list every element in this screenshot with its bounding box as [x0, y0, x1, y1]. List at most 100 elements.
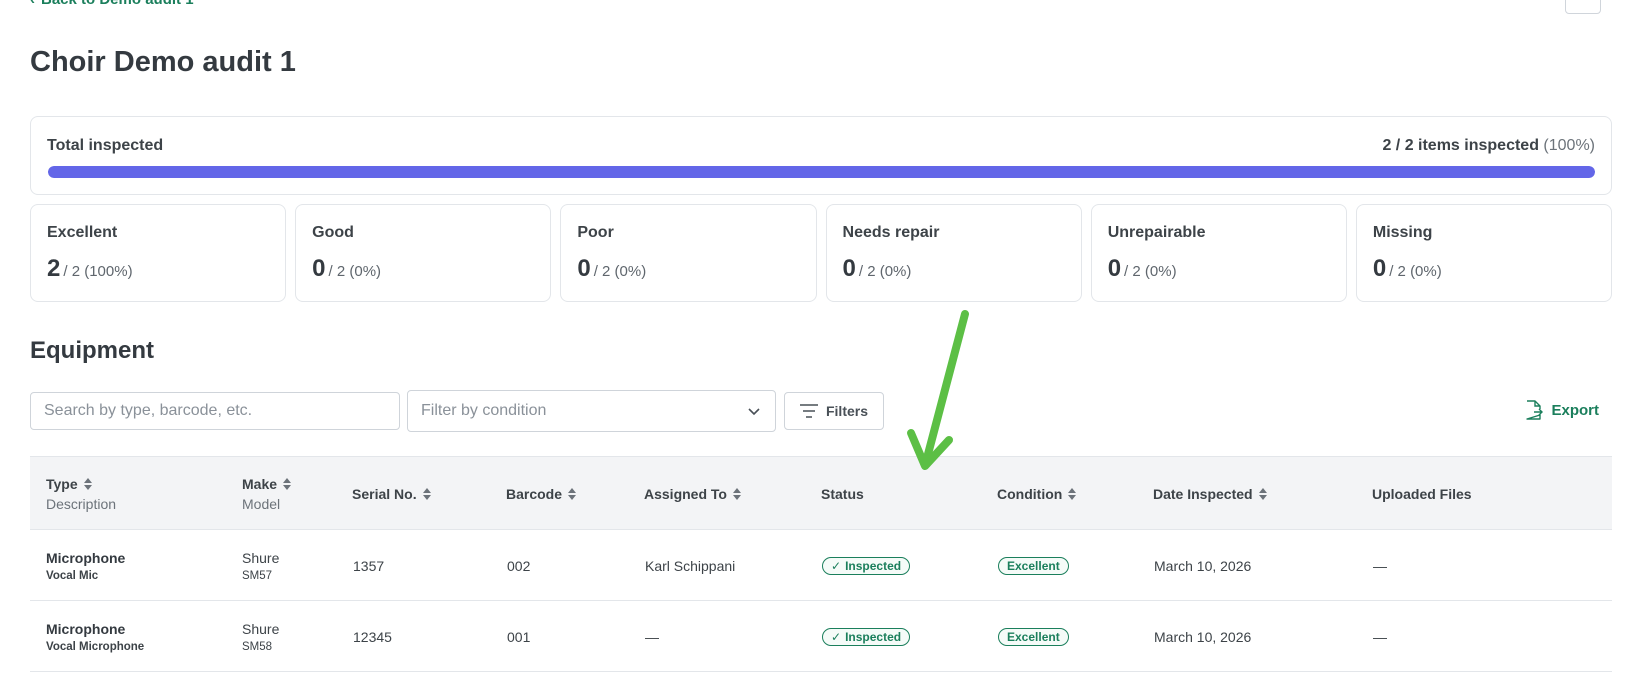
sort-icon — [283, 478, 292, 490]
condition-badge: Excellent — [998, 627, 1069, 646]
inspection-progress-bar — [48, 166, 1595, 178]
status-text: Inspected — [845, 558, 902, 573]
condition-value: 0/ 2 (0%) — [577, 255, 799, 283]
condition-count: 0 — [1372, 255, 1387, 282]
table-row[interactable]: Microphone Vocal Mic Shure SM57 1357 002… — [30, 530, 1612, 601]
cell-barcode: 001 — [507, 628, 531, 645]
column-serial[interactable]: Serial No. — [352, 457, 431, 531]
cell-type: Microphone Vocal Microphone — [46, 601, 144, 672]
column-description-label: Description — [46, 496, 117, 512]
cell-make: Shure SM57 — [242, 530, 279, 601]
cell-status: ✓ Inspected — [822, 601, 911, 672]
total-percent-text: (100%) — [1543, 137, 1595, 154]
sort-icon — [83, 478, 92, 490]
back-link-label: Back to Demo audit 1 — [41, 0, 194, 8]
page-title: Choir Demo audit 1 — [30, 46, 296, 78]
column-model-label: Model — [242, 496, 281, 512]
column-make[interactable]: Make Model — [242, 457, 292, 531]
condition-card-excellent: Excellent 2/ 2 (100%) — [30, 204, 287, 302]
cell-files: — — [1373, 628, 1387, 645]
table-header: Type Description Make Model Serial No. B… — [30, 456, 1612, 530]
condition-name: Missing — [1372, 224, 1433, 241]
filter-lines-icon — [799, 404, 818, 418]
column-assigned-label: Assigned To — [644, 486, 727, 502]
annotation-arrow-icon — [907, 310, 969, 470]
export-label: Export — [1551, 401, 1599, 419]
condition-of: / 2 (100%) — [63, 263, 133, 280]
condition-name: Needs repair — [842, 224, 940, 241]
condition-count: 2 — [47, 255, 61, 282]
cell-serial: 12345 — [353, 628, 392, 645]
sort-icon — [568, 488, 577, 500]
condition-name: Unrepairable — [1107, 224, 1206, 241]
filters-button[interactable]: Filters — [784, 392, 884, 430]
column-serial-label: Serial No. — [352, 486, 417, 502]
cell-serial: 1357 — [353, 557, 385, 574]
condition-filter-select[interactable]: Filter by condition — [407, 390, 776, 432]
table-row[interactable]: Microphone Vocal Microphone Shure SM58 1… — [30, 601, 1612, 672]
column-condition-label: Condition — [997, 486, 1063, 502]
condition-count: 0 — [842, 255, 856, 282]
column-files: Uploaded Files — [1372, 457, 1472, 531]
equipment-table: Type Description Make Model Serial No. B… — [30, 456, 1612, 672]
make-text: Shure — [242, 549, 280, 566]
condition-name: Good — [312, 224, 354, 241]
column-condition[interactable]: Condition — [997, 457, 1077, 531]
status-text: Inspected — [845, 629, 902, 644]
cell-assigned: Karl Schippani — [645, 557, 736, 574]
condition-value: 0/ 2 (0%) — [312, 255, 534, 283]
inspection-progress-fill — [48, 166, 1595, 178]
export-button[interactable]: Export — [1525, 400, 1599, 420]
condition-of: / 2 (0%) — [1389, 263, 1442, 280]
condition-value: 0/ 2 (0%) — [1373, 255, 1595, 283]
condition-name: Poor — [577, 224, 614, 241]
column-status-label: Status — [821, 486, 864, 502]
condition-card-good: Good 0/ 2 (0%) — [295, 204, 552, 302]
check-icon: ✓ — [831, 629, 842, 644]
model-text: SM58 — [242, 640, 273, 653]
search-input[interactable] — [30, 392, 400, 430]
status-badge: ✓ Inspected — [822, 627, 911, 646]
condition-card-unrepairable: Unrepairable 0/ 2 (0%) — [1090, 204, 1347, 302]
chevron-down-icon — [748, 408, 760, 416]
column-assigned[interactable]: Assigned To — [644, 457, 741, 531]
condition-of: / 2 (0%) — [593, 263, 647, 280]
check-icon: ✓ — [831, 558, 842, 573]
total-inspected-label: Total inspected — [47, 137, 164, 154]
cell-date: March 10, 2026 — [1154, 557, 1252, 574]
condition-of: / 2 (0%) — [1124, 263, 1177, 280]
condition-of: / 2 (0%) — [328, 263, 382, 280]
condition-summary-cards: Excellent 2/ 2 (100%) Good 0/ 2 (0%) Poo… — [30, 204, 1613, 302]
total-inspected-card: Total inspected 2 / 2 items inspected (1… — [30, 116, 1612, 195]
condition-count: 0 — [312, 255, 326, 282]
header-action-button[interactable] — [1565, 0, 1601, 14]
column-date[interactable]: Date Inspected — [1153, 457, 1267, 531]
condition-of: / 2 (0%) — [858, 263, 912, 280]
back-link[interactable]: ‹ Back to Demo audit 1 — [30, 0, 194, 8]
condition-value: 0/ 2 (0%) — [1108, 255, 1330, 283]
type-text: Microphone — [46, 549, 126, 566]
condition-card-missing: Missing 0/ 2 (0%) — [1355, 204, 1613, 302]
cell-status: ✓ Inspected — [822, 530, 911, 601]
total-inspected-count: 2 / 2 items inspected (100%) — [1382, 137, 1595, 155]
cell-date: March 10, 2026 — [1154, 628, 1252, 645]
model-text: SM57 — [242, 569, 273, 582]
column-type[interactable]: Type Description — [46, 457, 116, 531]
export-file-icon — [1526, 400, 1544, 420]
condition-value: 0/ 2 (0%) — [843, 255, 1065, 283]
cell-make: Shure SM58 — [242, 601, 279, 672]
cell-files: — — [1373, 557, 1387, 574]
cell-type: Microphone Vocal Mic — [46, 530, 125, 601]
equipment-section-title: Equipment — [30, 337, 154, 364]
column-date-label: Date Inspected — [1153, 486, 1253, 502]
column-type-label: Type — [46, 476, 78, 492]
filters-label: Filters — [825, 403, 868, 419]
cell-condition: Excellent — [998, 530, 1069, 601]
condition-value: 2/ 2 (100%) — [47, 255, 269, 283]
status-badge: ✓ Inspected — [822, 556, 911, 575]
sort-icon — [732, 488, 741, 500]
condition-filter-placeholder: Filter by condition — [421, 402, 547, 419]
type-text: Microphone — [46, 620, 126, 637]
cell-barcode: 002 — [507, 557, 531, 574]
column-barcode[interactable]: Barcode — [506, 457, 577, 531]
